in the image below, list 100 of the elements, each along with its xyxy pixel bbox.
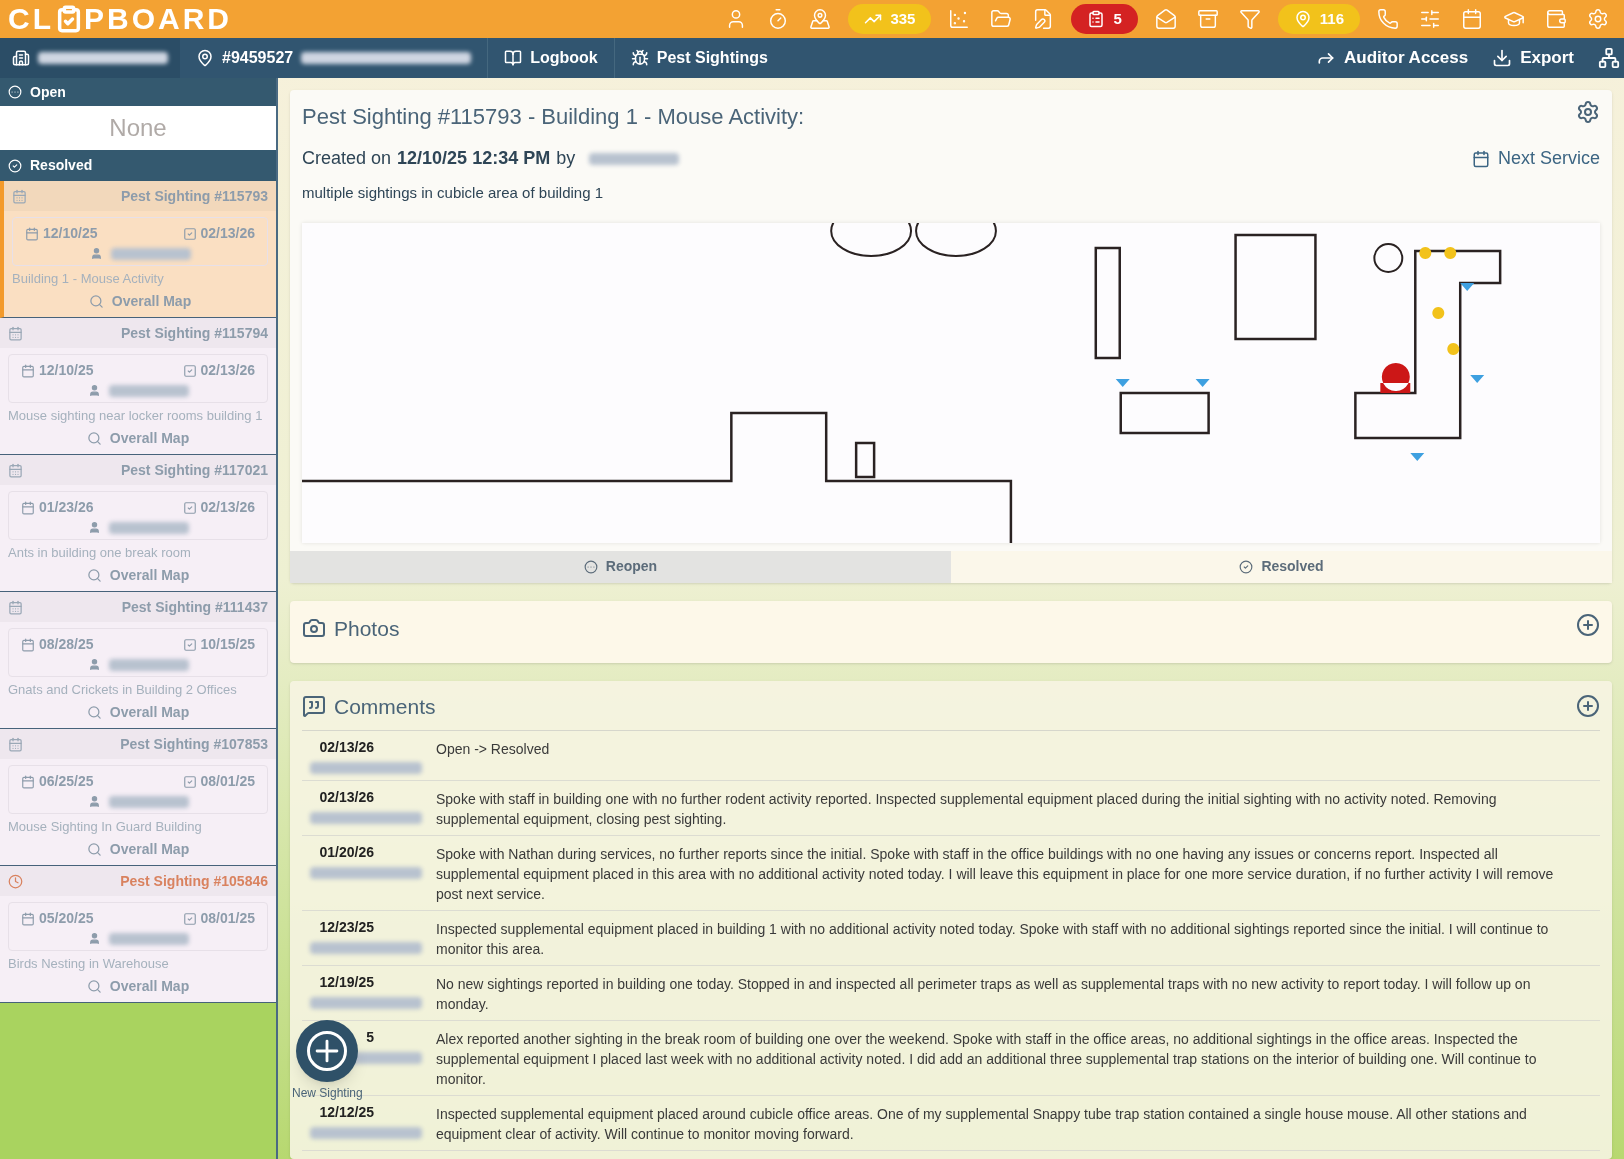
comment-text: Spoke with staff in building one with no further rodent activity reported. Inspected supplemental equipment placed during the initial sighting with no activity noted. Removing supplemental equipment, closing pest sighting. [436,790,1498,829]
ellipsis-circle-icon [583,559,598,574]
fab-label: New Sighting [292,1085,363,1102]
status-tab[interactable]: Resolved [951,550,1612,583]
card-description: Mouse Sighting In Guard Building [7,820,203,834]
calendar-icon [12,188,27,204]
ellipsis-circle-icon [8,85,22,99]
status-tab[interactable]: Reopen [290,550,951,583]
header-action-button[interactable]: Auditor Access [1316,45,1469,71]
checked-box-icon [182,500,197,515]
calendar-icon [8,736,23,752]
bug-icon [630,49,649,67]
section-header[interactable]: Open [0,78,276,106]
notification-badge[interactable]: 5 [1071,4,1138,34]
end-date: 02/13/26 [200,361,255,380]
card-title: Pest Sighting #115793 [120,186,268,206]
comment-date: 12/23/25 [318,918,374,937]
calendar-icon [21,500,35,515]
empty-state-text: None [0,106,276,150]
card-title: Pest Sighting #115794 [120,323,268,343]
sighting-card[interactable]: Pest Sighting #115794 12/10/25 02/13/26 Mouse sighting near locker rooms building 1 Overall Map [0,318,276,455]
check-circle-icon [1239,559,1254,574]
header-action-button[interactable]: Export [1492,45,1574,71]
calendar-icon [8,325,23,341]
end-date: 08/01/25 [200,772,255,791]
calendar-icon [25,226,39,241]
comment-icon [302,694,326,719]
sighting-card[interactable]: Pest Sighting #115793 12/10/25 02/13/26 Building 1 - Mouse Activity Overall Map [0,181,276,318]
card-title: Pest Sighting #105846 [120,871,268,891]
add-comment-icon[interactable] [1576,694,1600,719]
calendar-icon [8,599,23,615]
end-date: 08/01/25 [200,909,255,928]
sighting-description: multiple sightings in cubicle area of building 1 [301,183,604,203]
created-by-label: by [556,147,576,170]
start-date: 12/10/25 [43,224,98,243]
calendar-icon [8,462,23,478]
created-date: 12/10/25 12:34 PM [397,147,551,170]
overall-map-link[interactable]: Overall Map [86,976,190,997]
start-date: 12/10/25 [39,361,94,380]
notification-badge[interactable]: 116 [1277,4,1360,34]
calendar-icon [21,363,35,378]
comment-date: 12/12/25 [318,1103,374,1122]
overall-map-link[interactable]: Overall Map [86,428,190,449]
sighting-card[interactable]: Pest Sighting #111437 08/28/25 10/15/25 Gnats and Crickets in Building 2 Offices Overall Map [0,592,276,729]
notification-badge[interactable]: 335 [848,4,932,34]
card-title: Pest Sighting #107853 [120,734,268,754]
card-description: Mouse sighting near locker rooms building 1 [7,409,264,423]
card-description: Ants in building one break room [7,546,192,560]
settings-icon[interactable] [1576,100,1600,124]
comment-text: Inspected supplemental equipment placed around cubicle office areas. One of my supplemental Snappy tube trap station contained a single house mouse. All other stations and equipment clear of activity. Will continue to monitor moving forward. [436,1105,1528,1144]
sighting-card[interactable]: Pest Sighting #105846 05/20/25 08/01/25 Birds Nesting in Warehouse Overall Map [0,866,276,1003]
magnifier-icon [86,979,102,994]
calendar-icon [1471,149,1490,168]
end-date: 10/15/25 [200,635,255,654]
calendar-icon [21,637,35,652]
overall-map-link[interactable]: Overall Map [86,702,190,723]
network-icon[interactable] [1598,47,1620,69]
comment-text: Inspected supplemental equipment placed in building 1 with no additional activity noted today. Spoke with staff with no additional sightings reported since the initial. I will continue to monitor this area. [436,920,1550,959]
add-photo-icon[interactable] [1576,612,1600,637]
logo-text: CL [8,4,54,34]
checked-box-icon [182,637,197,652]
checked-box-icon [182,911,197,926]
sighting-card[interactable]: Pest Sighting #107853 06/25/25 08/01/25 Mouse Sighting In Guard Building Overall Map [0,729,276,866]
calendar-icon [21,774,35,789]
breadcrumb-link[interactable]: Logbook [487,38,614,78]
overall-map-link[interactable]: Overall Map [88,291,192,312]
comment-text: Open -> Resolved [436,740,551,759]
start-date: 05/20/25 [39,909,94,928]
overall-map-link[interactable]: Overall Map [86,565,190,586]
calendar-icon [21,911,35,926]
book-icon [504,49,523,67]
checked-box-icon [182,363,197,378]
person-icon [89,247,103,260]
account-number[interactable]: #9459527 [222,46,294,70]
comment-date: 12/19/25 [318,973,374,992]
sighting-card[interactable]: Pest Sighting #117021 01/23/26 02/13/26 Ants in building one break room Overall Map [0,455,276,592]
start-date: 01/23/26 [39,498,94,517]
breadcrumb-link[interactable]: Pest Sightings [613,38,784,78]
magnifier-icon [86,705,102,720]
overall-map-link[interactable]: Overall Map [86,839,190,860]
clipboard-logo-icon [55,5,83,33]
section-title: Comments [334,693,436,720]
person-icon [87,521,101,534]
card-description: Birds Nesting in Warehouse [7,957,170,971]
comment-date: 02/13/26 [318,788,374,807]
comment-date: 5 [365,1028,374,1047]
next-service-button[interactable]: Next Service [1471,145,1600,172]
card-title: Pest Sighting #111437 [121,597,268,617]
comment-date: 01/20/26 [318,843,374,862]
card-description: Building 1 - Mouse Activity [11,272,165,286]
start-date: 08/28/25 [39,635,94,654]
magnifier-icon [86,431,102,446]
logo-text: PBOARD [84,4,232,34]
card-description: Gnats and Crickets in Building 2 Offices [7,683,238,697]
end-date: 02/13/26 [200,224,255,243]
section-header[interactable]: Resolved [0,150,276,181]
location-pin-icon [196,49,214,67]
created-label: Created on [302,147,392,170]
building-icon [12,49,30,67]
clock-icon [8,873,23,889]
